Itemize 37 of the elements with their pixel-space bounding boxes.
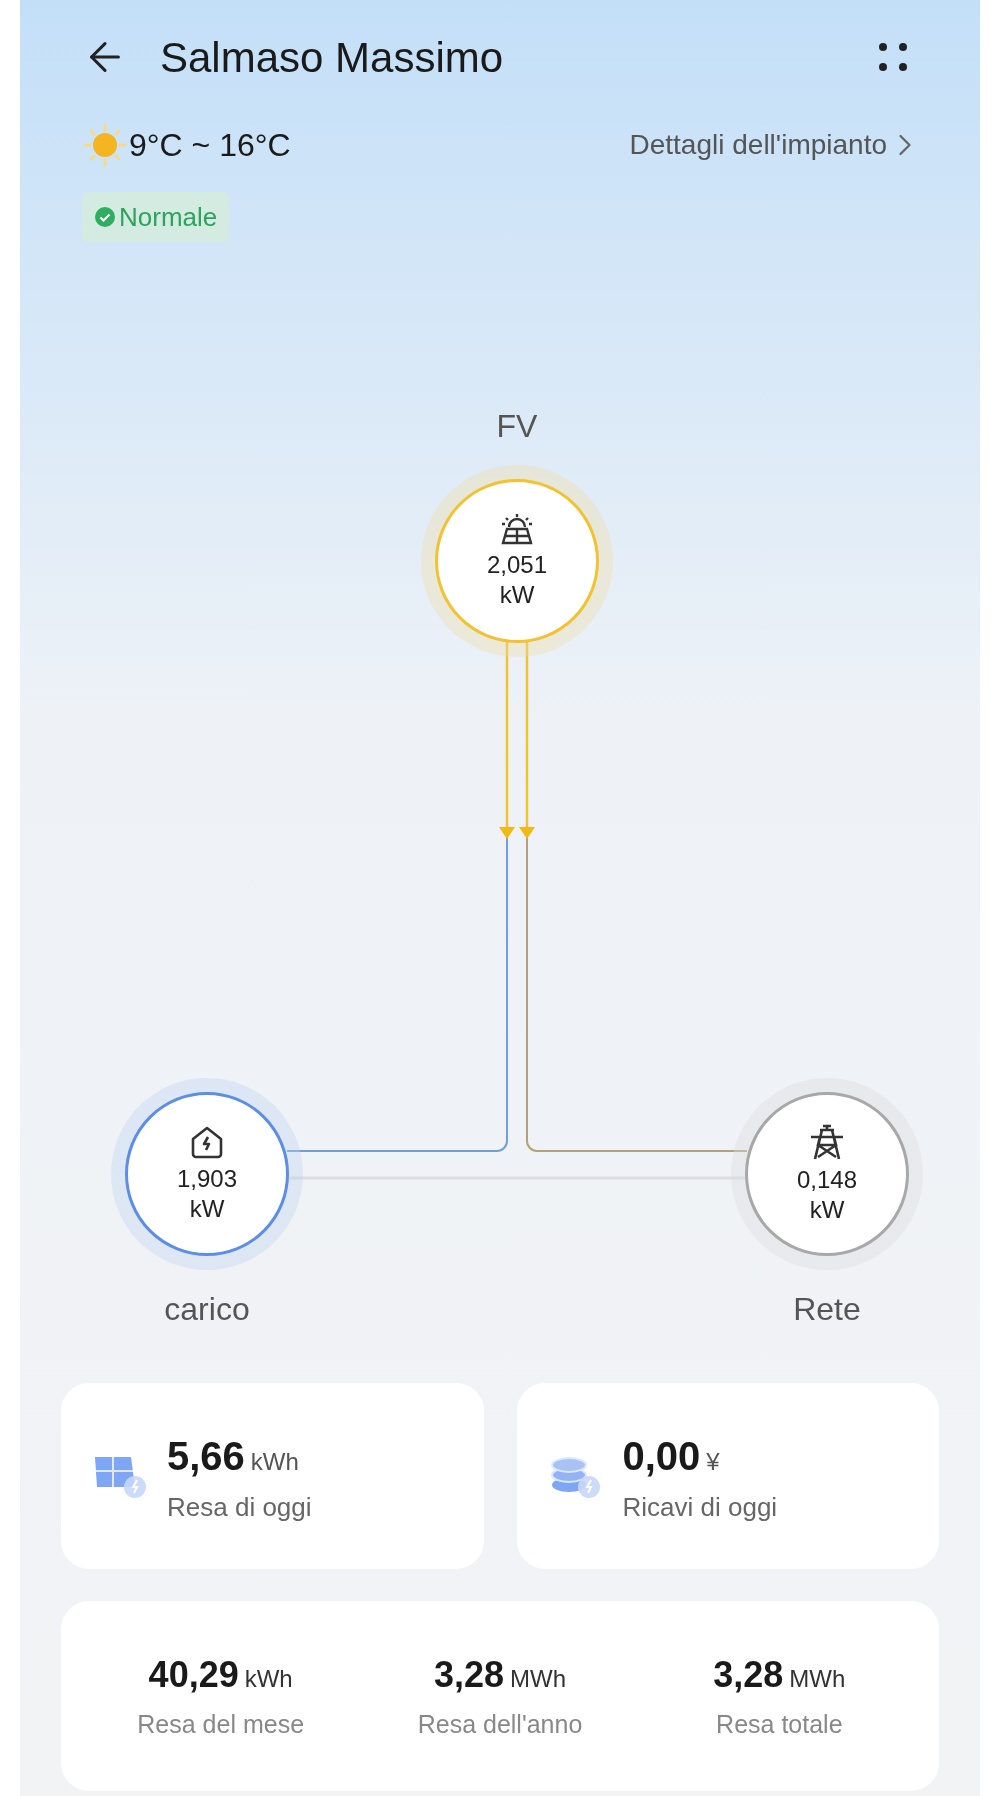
total-label: Resa del mese	[137, 1709, 305, 1741]
power-value: 2,051	[486, 550, 548, 580]
power-pylon-icon	[808, 1123, 846, 1161]
summary-label: Resa di oggi	[167, 1490, 312, 1524]
total-label: Resa dell'anno	[417, 1709, 583, 1741]
node-label: Rete	[792, 1290, 862, 1329]
more-menu-icon[interactable]	[878, 42, 908, 72]
temperature-range: 9°C ~ 16°C	[129, 126, 291, 165]
total-unit: MWh	[510, 1664, 567, 1695]
total-value: 3,28	[433, 1653, 505, 1698]
summary-label: Ricavi di oggi	[622, 1490, 778, 1524]
node-label: carico	[163, 1290, 251, 1329]
power-unit: kW	[809, 1195, 845, 1225]
sun-icon	[83, 123, 127, 167]
summary-unit: kWh	[250, 1446, 299, 1477]
total-value: 3,28	[713, 1653, 784, 1698]
total-label: Resa totale	[716, 1709, 843, 1741]
total-value: 40,29	[148, 1653, 239, 1698]
summary-unit: ¥	[706, 1446, 720, 1477]
power-value: 1,903	[176, 1164, 238, 1194]
power-unit: kW	[499, 580, 535, 610]
flow-node[interactable]: 1,903 kW	[125, 1092, 289, 1256]
power-unit: kW	[189, 1194, 225, 1224]
summary-value: 0,00	[622, 1432, 701, 1480]
summary-value: 5,66	[167, 1432, 245, 1480]
flow-node[interactable]: 0,148 kW	[745, 1092, 909, 1256]
check-circle-icon	[94, 206, 116, 228]
page-title: Salmaso Massimo	[160, 32, 504, 83]
node-label: FV	[495, 407, 539, 446]
plant-details-link[interactable]: Dettagli dell'impianto	[629, 124, 923, 166]
total-unit: kWh	[244, 1664, 293, 1695]
solar-panel-icon	[499, 512, 535, 546]
total-unit: MWh	[789, 1664, 846, 1695]
flow-node[interactable]: 2,051 kW	[435, 479, 599, 643]
status-label: Normale	[119, 200, 218, 234]
power-value: 0,148	[796, 1165, 858, 1195]
house-bolt-icon	[189, 1124, 225, 1160]
